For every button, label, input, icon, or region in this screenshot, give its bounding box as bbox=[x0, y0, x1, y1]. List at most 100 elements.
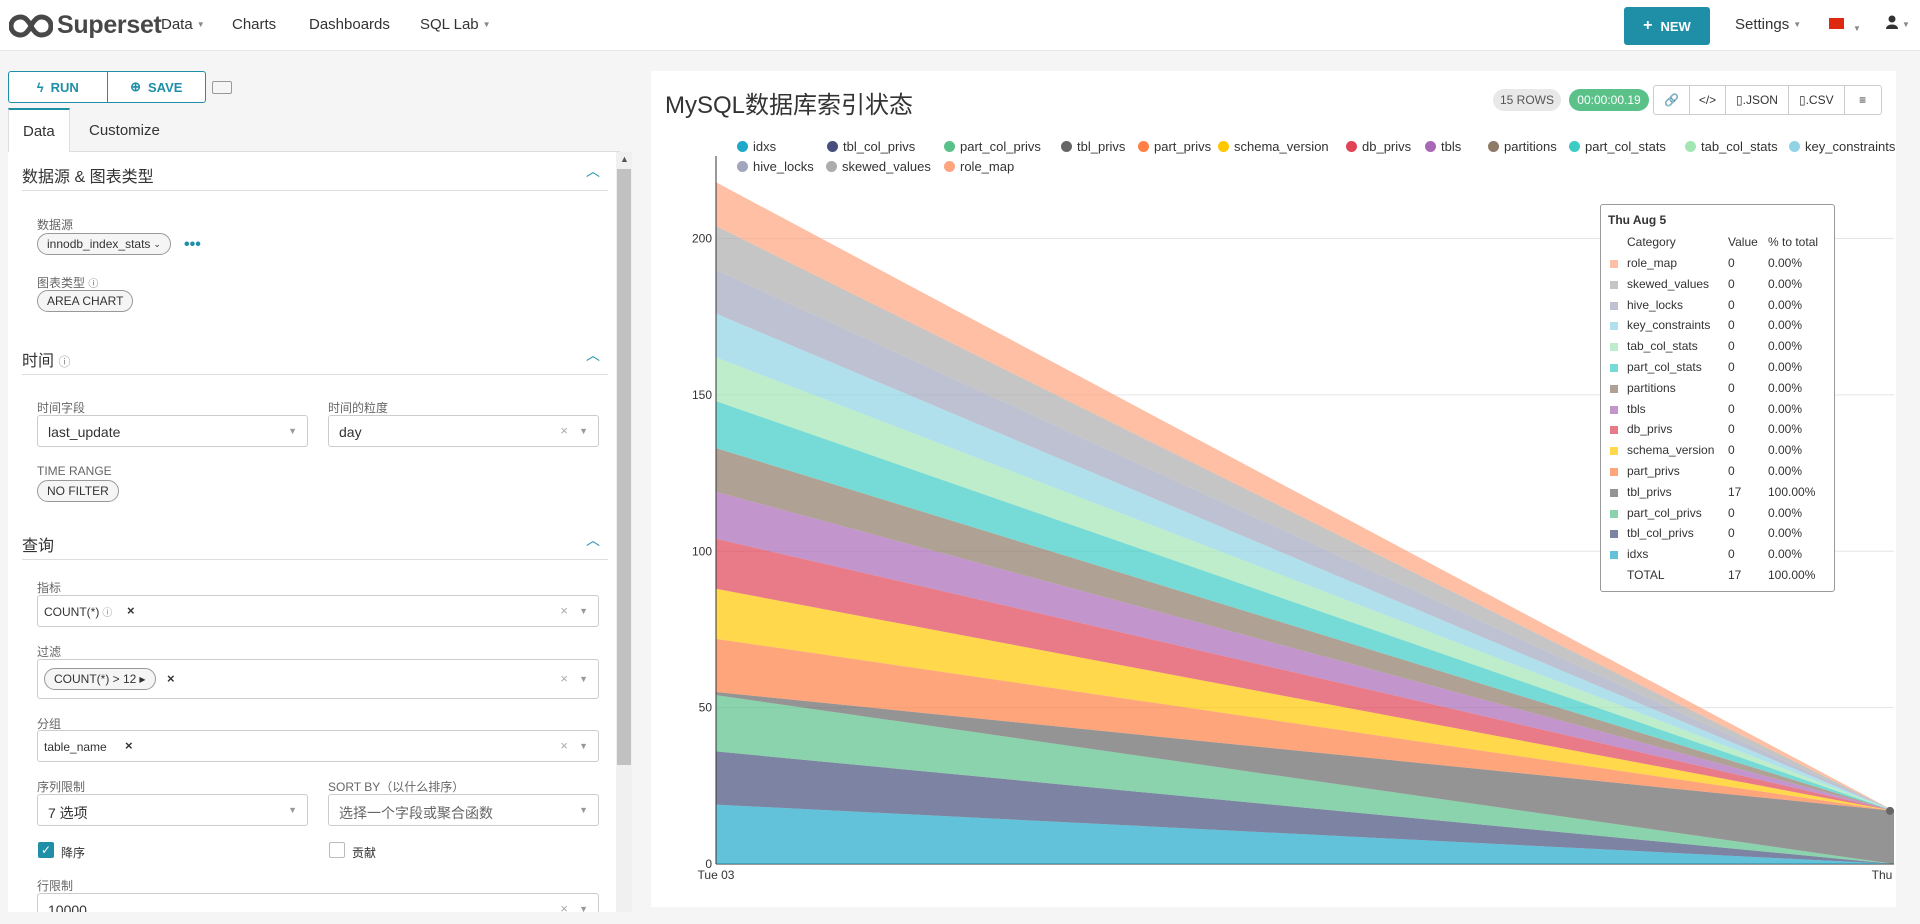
plus-circle-icon: ⊕ bbox=[130, 79, 141, 94]
legend-item[interactable]: part_col_privs bbox=[944, 139, 1041, 154]
legend-label: tbl_col_privs bbox=[843, 139, 916, 154]
legend-item[interactable]: key_constraints bbox=[1789, 139, 1895, 154]
tooltip-value: 0 bbox=[1728, 526, 1735, 541]
descending-checkbox[interactable]: ✓ bbox=[38, 842, 54, 858]
tooltip-category: idxs bbox=[1627, 547, 1649, 562]
chevron-up-icon[interactable]: ︿ bbox=[586, 345, 600, 365]
time-column-label: 时间字段 bbox=[37, 401, 86, 415]
embed-code-icon[interactable]: </> bbox=[1690, 86, 1726, 114]
chevron-down-icon: ▼ bbox=[579, 741, 588, 751]
series-limit-select[interactable]: 7 选项 ▼ bbox=[37, 794, 308, 826]
time-column-select[interactable]: last_update ▼ bbox=[37, 415, 308, 447]
area-series-part_col_privs[interactable] bbox=[716, 695, 1894, 864]
tooltip-category: schema_version bbox=[1627, 443, 1715, 458]
legend-swatch-icon bbox=[1488, 141, 1499, 152]
chart-title[interactable]: MySQL数据库索引状态 bbox=[665, 85, 913, 120]
nav-charts[interactable]: Charts bbox=[232, 16, 276, 33]
viz-type-selector[interactable]: AREA CHART bbox=[37, 290, 134, 312]
groupby-select[interactable]: table_name × × ▼ bbox=[37, 730, 599, 762]
legend-item[interactable]: tbl_privs bbox=[1061, 139, 1125, 154]
nav-sqllab-menu[interactable]: SQL Lab ▼ bbox=[420, 16, 491, 33]
legend-item[interactable]: partitions bbox=[1488, 139, 1557, 154]
section-title: 查询 bbox=[22, 538, 55, 555]
caret-down-icon: ▼ bbox=[1793, 20, 1802, 29]
clear-icon[interactable]: × bbox=[560, 738, 568, 753]
legend-swatch-icon bbox=[1061, 141, 1072, 152]
filters-select[interactable]: COUNT(*) > 12 ▶ × × ▼ bbox=[37, 659, 599, 699]
remove-tag-icon[interactable]: × bbox=[167, 671, 175, 686]
save-button[interactable]: ⊕ SAVE bbox=[108, 72, 206, 102]
chart-panel: MySQL数据库索引状态 15 ROWS 00:00:00.19 🔗 </> ▯… bbox=[651, 71, 1896, 907]
csv-label: .CSV bbox=[1805, 93, 1834, 107]
legend-item[interactable]: tbls bbox=[1425, 139, 1461, 154]
link-icon[interactable]: 🔗 bbox=[1654, 86, 1690, 114]
legend-item[interactable]: role_map bbox=[944, 159, 1014, 174]
datasource-selector[interactable]: innodb_index_stats ⌄ bbox=[37, 233, 171, 255]
export-csv-button[interactable]: ▯ .CSV bbox=[1789, 86, 1845, 114]
x-tick-label: Tue 03 bbox=[698, 868, 735, 882]
legend-item[interactable]: db_privs bbox=[1346, 139, 1411, 154]
filter-tag[interactable]: COUNT(*) > 12 ▶ bbox=[44, 668, 156, 690]
section-query-header[interactable]: 查询 ︿ bbox=[22, 526, 608, 560]
tooltip-value: 0 bbox=[1728, 380, 1735, 395]
area-series-idxs[interactable] bbox=[716, 804, 1894, 864]
metrics-select[interactable]: COUNT(*) ⓘ × × ▼ bbox=[37, 595, 599, 627]
tooltip-value: 0 bbox=[1728, 360, 1735, 374]
more-options-icon[interactable]: ••• bbox=[184, 236, 201, 254]
legend-item[interactable]: tbl_col_privs bbox=[827, 139, 915, 154]
nav-sqllab-label: SQL Lab bbox=[420, 16, 479, 33]
contribution-checkbox[interactable] bbox=[329, 842, 345, 858]
metric-tag[interactable]: COUNT(*) ⓘ bbox=[38, 601, 118, 622]
legend-label: part_col_stats bbox=[1585, 139, 1666, 154]
top-navbar: Superset Data ▼ Charts Dashboards SQL Lab… bbox=[0, 0, 1920, 51]
language-caret-icon[interactable]: ▼ bbox=[1849, 20, 1861, 37]
legend-item[interactable]: tab_col_stats bbox=[1685, 139, 1778, 154]
scrollbar-thumb[interactable] bbox=[617, 169, 631, 765]
user-menu[interactable]: ▼ bbox=[1886, 15, 1910, 33]
new-button[interactable]: + NEW bbox=[1624, 7, 1710, 45]
run-button[interactable]: ϟ RUN bbox=[9, 72, 107, 102]
legend-item[interactable]: skewed_values bbox=[826, 159, 931, 174]
clear-icon[interactable]: × bbox=[560, 603, 568, 618]
scroll-up-icon[interactable]: ▲ bbox=[620, 154, 629, 164]
tooltip-swatch-icon bbox=[1610, 468, 1618, 476]
clear-icon[interactable]: × bbox=[560, 671, 568, 686]
area-series-tbl_col_privs[interactable] bbox=[716, 751, 1894, 864]
nav-dashboards[interactable]: Dashboards bbox=[309, 16, 390, 33]
tooltip-row: role_map 0 0.00% bbox=[1601, 254, 1834, 274]
clear-icon[interactable]: × bbox=[560, 901, 568, 912]
area-series-schema_version[interactable] bbox=[716, 588, 1894, 811]
section-time-header[interactable]: 时间 ⓘ ︿ bbox=[22, 341, 608, 375]
area-series-tbl_privs[interactable] bbox=[716, 692, 1894, 864]
chevron-up-icon[interactable]: ︿ bbox=[586, 161, 600, 181]
settings-menu[interactable]: Settings ▼ bbox=[1735, 16, 1801, 33]
tab-customize[interactable]: Customize bbox=[75, 108, 174, 152]
legend-item[interactable]: part_col_stats bbox=[1569, 139, 1666, 154]
remove-tag-icon[interactable]: × bbox=[125, 738, 133, 753]
user-icon bbox=[1886, 15, 1898, 29]
remove-tag-icon[interactable]: × bbox=[127, 603, 135, 618]
chevron-up-icon[interactable]: ︿ bbox=[586, 530, 600, 550]
legend-item[interactable]: hive_locks bbox=[737, 159, 814, 174]
tooltip-title: Thu Aug 5 bbox=[1608, 213, 1667, 227]
menu-icon[interactable]: ≡ bbox=[1845, 86, 1881, 114]
superset-logo[interactable]: Superset bbox=[9, 11, 162, 40]
tooltip-category: part_col_privs bbox=[1627, 505, 1702, 520]
section-datasource-header[interactable]: 数据源 & 图表类型 ︿ bbox=[22, 157, 608, 191]
export-json-button[interactable]: ▯ .JSON bbox=[1726, 86, 1789, 114]
time-grain-select[interactable]: day × ▼ bbox=[328, 415, 599, 447]
time-range-selector[interactable]: NO FILTER bbox=[37, 480, 119, 502]
keyboard-icon[interactable] bbox=[212, 81, 232, 94]
row-limit-select[interactable]: 10000 × ▼ bbox=[37, 893, 599, 912]
groupby-tag[interactable]: table_name bbox=[38, 736, 113, 757]
sort-by-select[interactable]: 选择一个字段或聚合函数 ▼ bbox=[328, 794, 599, 826]
legend-item[interactable]: idxs bbox=[737, 139, 776, 154]
language-flag-icon[interactable] bbox=[1829, 18, 1844, 29]
legend-item[interactable]: part_privs bbox=[1138, 139, 1211, 154]
tab-data[interactable]: Data bbox=[8, 108, 70, 153]
clear-icon[interactable]: × bbox=[560, 423, 568, 438]
info-icon: ⓘ bbox=[88, 279, 99, 290]
legend-item[interactable]: schema_version bbox=[1218, 139, 1329, 154]
nav-data-menu[interactable]: Data ▼ bbox=[161, 16, 205, 33]
area-series-part_privs[interactable] bbox=[716, 638, 1894, 811]
